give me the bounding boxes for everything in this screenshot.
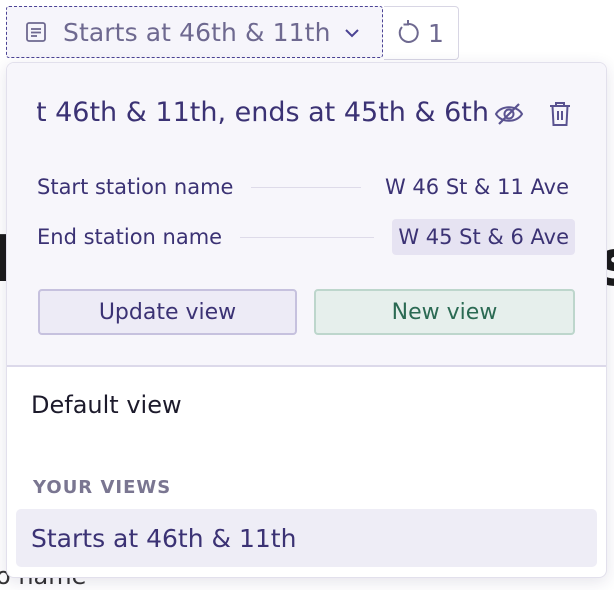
reset-count: 1 (428, 18, 444, 48)
view-title: Starts at 46th & 11th, ends at 45th & 6t… (37, 97, 489, 128)
document-icon (25, 21, 47, 43)
undo-icon (394, 19, 422, 47)
filter-connector (240, 236, 375, 238)
hide-view-button[interactable] (494, 99, 524, 129)
default-view-item[interactable]: Default view (31, 391, 182, 419)
saved-view-item[interactable]: Starts at 46th & 11th (16, 509, 597, 567)
your-views-heading: YOUR VIEWS (33, 477, 172, 498)
delete-view-button[interactable] (545, 99, 575, 129)
update-view-button[interactable]: Update view (38, 289, 297, 335)
filter-key: End station name (37, 225, 223, 249)
filter-value: W 45 St & 6 Ave (392, 219, 575, 255)
filter-row-end-station: End station name W 45 St & 6 Ave (37, 217, 575, 257)
filter-key: Start station name (37, 175, 234, 199)
trash-icon (548, 101, 572, 127)
view-select-button[interactable]: Starts at 46th & 11th (6, 6, 383, 58)
chevron-down-icon (342, 23, 362, 43)
filter-value: W 46 St & 11 Ave (384, 175, 569, 199)
eye-off-icon (494, 101, 524, 127)
view-detail-panel: Starts at 46th & 11th, ends at 45th & 6t… (7, 63, 606, 367)
filter-row-start-station: Start station name W 46 St & 11 Ave (37, 167, 575, 207)
reset-changes-button[interactable]: 1 (384, 6, 459, 60)
view-select-label: Starts at 46th & 11th (63, 17, 331, 47)
filter-connector (251, 186, 361, 188)
new-view-button[interactable]: New view (314, 289, 575, 335)
views-popover: Starts at 46th & 11th, ends at 45th & 6t… (6, 62, 607, 578)
